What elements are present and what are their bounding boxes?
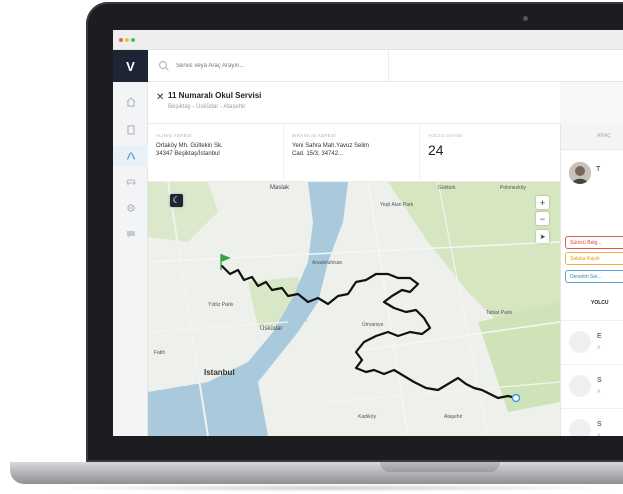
passenger-count: YOLCU SAYISI 24 [420,124,560,182]
passenger-avatar [569,331,591,353]
passenger-subtext: A [597,389,601,395]
zoom-in-button[interactable]: + [536,196,549,209]
map-label-gokturk: Göktürk [438,185,456,191]
sidebar-item-settings[interactable] [113,198,148,218]
sidebar-item-routes[interactable] [113,146,148,166]
sidebar-item-messages[interactable] [113,224,148,244]
route-header: ✕ 11 Numaralı Okul Servisi Beşiktaş - Üs… [148,82,560,124]
passenger-name: S [597,377,602,384]
passenger-row[interactable]: E A [561,320,623,362]
gear-icon [126,204,135,212]
app-logo[interactable]: V [113,50,148,82]
laptop-shadow [40,484,620,492]
panel-header-label: ARAÇ [597,133,611,139]
sidebar: V [113,50,148,436]
map-label-istanbul: Istanbul [204,368,235,377]
plus-icon: + [539,197,546,208]
search-icon [158,60,169,71]
map-label-umraniye: Ümraniye [362,322,384,328]
camera [523,16,528,21]
minimize-window-dot[interactable] [125,38,129,42]
tag-inspection[interactable]: Denetim Ser... [565,270,623,283]
passenger-subtext: A [597,433,601,436]
maximize-window-dot[interactable] [131,38,135,42]
dropoff-address: BIRAKILIŞ ADRESİ Yeni Sahra Mah.Yavuz Se… [284,124,420,182]
map-label-polonezkoy: Polonezköy [500,185,526,191]
dropoff-label: BIRAKILIŞ ADRESİ [292,133,337,138]
passenger-row[interactable]: S A [561,364,623,406]
map-label-kadikoy: Kadıköy [358,414,377,420]
route-map[interactable]: Maslak Göktürk Polonezköy Yeşil Alan Par… [148,182,560,436]
route-info-bar: ALINIŞ ADRESİ Ortaköy Mh. Gültekin Sk. 3… [148,124,560,182]
moon-icon: ☾ [172,195,181,205]
dropoff-line2: Cad. 15/3, 34742... [292,151,344,157]
document-icon [126,125,135,135]
search-divider [388,50,389,82]
driver-avatar[interactable] [569,162,591,184]
navigation-icon: ➤ [539,233,546,241]
vehicle-panel: ARAÇ T Sürücü Belg... Sabıka Kaydı Denet… [560,124,623,436]
map-label-reserve: Tabiat Parkı [486,310,513,316]
panel-header: ARAÇ [561,124,623,150]
map-label-nature: Yeşil Alan Park [380,202,414,208]
laptop-notch [380,462,500,472]
dropoff-line1: Yeni Sahra Mah.Yavuz Selim [292,143,370,149]
pickup-address: ALINIŞ ADRESİ Ortaköy Mh. Gültekin Sk. 3… [148,124,284,182]
minus-icon: − [539,213,546,224]
close-route-button[interactable]: ✕ [156,92,164,103]
map-label-fatih: Fatih [154,350,166,356]
logo-mark: V [126,58,135,74]
pickup-line2: 34347 Beşiktaş/İstanbul [156,151,220,157]
sidebar-item-vehicles[interactable] [113,172,148,192]
app-screen: V ✕ 11 Numaralı Okul Servisi Beşiktaş - … [113,30,623,436]
search-input[interactable] [176,58,376,74]
map-label-maslak: Maslak [270,185,290,191]
map-label-uskudar: Üsküdar [260,326,283,332]
pickup-line1: Ortaköy Mh. Gültekin Sk. [156,143,223,149]
passenger-name: S [597,421,602,428]
sidebar-item-home[interactable] [113,92,148,112]
search-bar [148,50,623,82]
message-icon [126,231,135,238]
map-label-yildiz: Yıldız Parkı [208,302,234,308]
laptop-base [10,462,623,484]
window-titlebar [113,30,623,50]
sidebar-item-documents[interactable] [113,120,148,140]
passenger-avatar [569,375,591,397]
driver-name: T [596,166,601,173]
passenger-label: YOLCU SAYISI [428,133,463,138]
passengers-header: YOLCU [591,300,609,306]
passenger-row[interactable]: S A [561,408,623,436]
close-window-dot[interactable] [119,38,123,42]
map-label-atasehir: Ataşehir [444,414,463,420]
route-title: 11 Numaralı Okul Servisi [168,91,262,100]
passenger-avatar [569,419,591,436]
vehicle-icon [125,179,136,185]
route-subtitle: Beşiktaş - Üsküdar - Ataşehir [168,104,246,110]
home-icon [126,97,135,107]
route-icon [126,152,135,160]
passenger-name: E [597,333,602,340]
map-canvas [148,182,560,436]
locate-button[interactable]: ➤ [536,230,549,243]
pickup-label: ALINIŞ ADRESİ [156,133,192,138]
night-mode-toggle[interactable]: ☾ [170,194,183,207]
passenger-count-value: 24 [428,142,444,158]
driver-photo [569,162,591,184]
zoom-out-button[interactable]: − [536,212,549,225]
passenger-subtext: A [597,345,601,351]
map-label-anadoluhisari: Anadoluhisarı [312,260,343,266]
tag-driver-license[interactable]: Sürücü Belg... [565,236,623,249]
tag-criminal-record[interactable]: Sabıka Kaydı [565,252,623,265]
